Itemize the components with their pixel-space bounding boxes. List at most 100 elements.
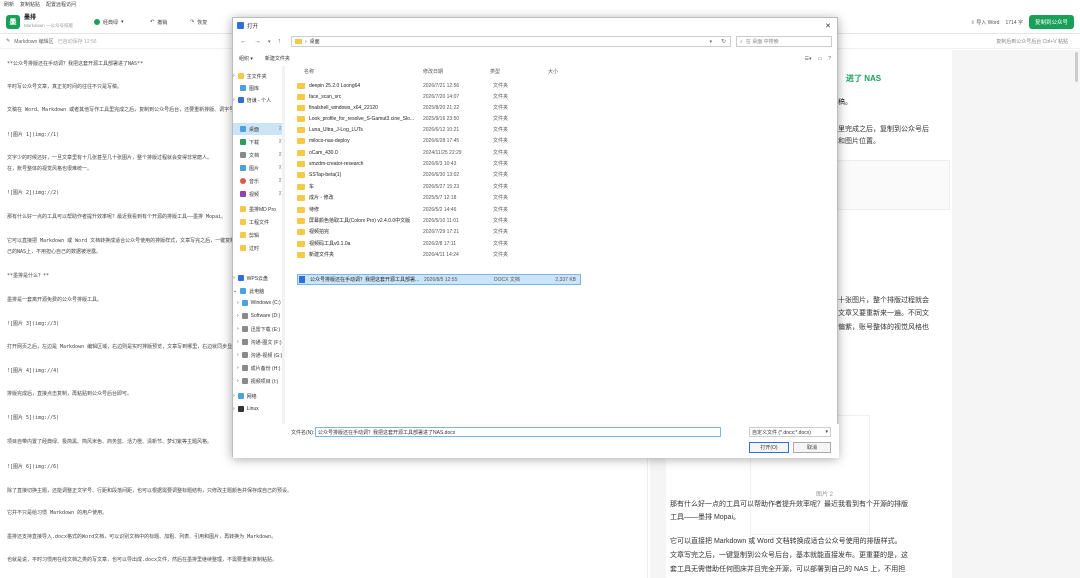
redo-icon: ↷ xyxy=(190,19,195,25)
redo-button[interactable]: ↷ 恢复 xyxy=(190,16,207,28)
file-row[interactable]: 待修 2026/5/2 14:46 文件夹 xyxy=(297,204,581,215)
nav-label: 工程文件 xyxy=(249,219,270,226)
editor-line: ![图片 1](img://1) xyxy=(7,132,60,138)
nav-item-gallery[interactable]: 图库 xyxy=(233,82,285,94)
open-button[interactable]: 打开(O) xyxy=(749,442,789,453)
file-row[interactable]: miloco-nas-deploy 2026/6/28 17:45 文件夹 xyxy=(297,135,581,146)
nav-item-drive[interactable]: › Windows (C:) xyxy=(233,297,285,309)
search-input[interactable]: ⌕ 在 桌面 中搜索 xyxy=(736,36,832,47)
copy-to-wechat-button[interactable]: 复制到公众号 xyxy=(1028,15,1074,29)
nav-item-folder[interactable]: 工程文件 xyxy=(233,216,285,228)
nav-item-home[interactable]: › 主文件夹 xyxy=(233,70,285,82)
file-row[interactable]: SSTap-beta(1) 2026/6/30 13:02 文件夹 xyxy=(297,169,581,180)
refresh-icon[interactable]: ↻ xyxy=(721,38,726,45)
file-row[interactable]: Look_profile_for_resolve_S-Gamut3.cine_S… xyxy=(297,113,581,124)
nav-item-videos[interactable]: 视频 ⊼ xyxy=(233,188,285,200)
file-row[interactable]: deepin 25.2.0 Loong64 2026/7/21 12:56 文件夹 xyxy=(297,80,581,91)
menu-remote-access[interactable]: 配置远程访问 xyxy=(46,1,76,8)
computer-icon xyxy=(240,288,247,294)
filetype-select[interactable]: 自定义文件 (*.docx;*.docx) ▾ xyxy=(749,427,831,437)
drive-icon xyxy=(241,352,248,358)
menu-copy-paste[interactable]: 复制粘贴 xyxy=(20,1,40,8)
chevron-down-icon[interactable]: ▾ xyxy=(709,39,712,45)
column-header-date[interactable]: 修改日期 xyxy=(423,66,443,76)
file-row[interactable]: face_scan_src 2026/7/20 14:07 文件夹 xyxy=(297,91,581,102)
folder-icon xyxy=(297,160,305,167)
menu-refresh[interactable]: 刷新 xyxy=(4,1,14,8)
file-row[interactable]: Luna_Ultra_J-Log_LUTs 2026/6/12 10:21 文件夹 xyxy=(297,124,581,135)
editor-line: ![图片 5](img://5) xyxy=(7,415,60,421)
nav-item-network[interactable]: › 网络 xyxy=(233,390,285,402)
column-header-size[interactable]: 大小 xyxy=(548,66,558,76)
nav-item-downloads[interactable]: 下载 ⊼ xyxy=(233,136,285,148)
preview-text: 文章写完之后，一键复制到公众号后台，基本就能直接发布。更重要的是，这 xyxy=(670,552,908,559)
home-icon xyxy=(237,73,244,79)
file-row[interactable]: 视频拍完 2026/7/29 17:21 文件夹 xyxy=(297,226,581,237)
preview-pane-icon[interactable]: ▭ xyxy=(817,56,822,62)
nav-label: 主文件夹 xyxy=(246,73,267,80)
column-header-type[interactable]: 类型 xyxy=(490,66,500,76)
nav-item-wps-cloud[interactable]: › WPS云盘 xyxy=(233,272,285,284)
nav-item-folder[interactable]: 墨排MD Pro xyxy=(233,203,285,215)
editor-line: 在，账号整体的视觉风格也很难统一。 xyxy=(7,166,93,172)
up-arrow-icon[interactable]: ↑ xyxy=(278,38,282,45)
back-arrow-icon[interactable]: ← xyxy=(240,38,247,45)
forward-arrow-icon[interactable]: → xyxy=(254,38,261,45)
file-row[interactable]: 屏幕颜色拾取工具(Colorx Pro) v2.4.0.0中文版 2026/5/1… xyxy=(297,215,581,226)
column-header-name[interactable]: 名称 xyxy=(304,66,314,76)
nav-label: 视频 xyxy=(249,191,260,198)
chevron-down-icon[interactable]: ▾ xyxy=(268,39,271,45)
nav-item-documents[interactable]: 文档 ⊼ xyxy=(233,149,285,161)
view-options-icon[interactable]: ☰▾ xyxy=(804,56,811,62)
file-row-selected[interactable]: 公众号排版还在手动调？我把这套开源工具部署... 2026/8/5 12:55 DO… xyxy=(297,274,581,285)
file-row[interactable]: oCam_430.0 2024/11/25 22:29 文件夹 xyxy=(297,147,581,158)
nav-item-onedrive[interactable]: › 倍谦 - 个人 xyxy=(233,94,285,106)
nav-item-drive[interactable]: › 成片备份 (H:) xyxy=(233,362,285,374)
editor-line: ![图片 2](img://2) xyxy=(7,190,60,196)
organize-button[interactable]: 组织 ▾ xyxy=(239,55,253,62)
nav-item-drive[interactable]: › 沟通-图文 (F:) xyxy=(233,336,285,348)
import-word-button[interactable]: ⇪ 导入 Word xyxy=(971,19,1000,26)
editor-line: 墨排还支持直接导入.docx格式的Word文档，可以识别文档中的标题、加粗、列表… xyxy=(7,534,277,540)
nav-item-pictures[interactable]: 图片 ⊼ xyxy=(233,162,285,174)
nav-item-drive[interactable]: › 迅雷下载 (E:) xyxy=(233,323,285,335)
close-icon[interactable]: ✕ xyxy=(825,22,831,30)
picture-icon xyxy=(240,165,246,171)
undo-icon: ↶ xyxy=(150,19,155,25)
desktop-icon xyxy=(240,126,246,132)
gallery-icon xyxy=(240,85,246,91)
nav-scrollbar[interactable] xyxy=(282,66,285,428)
new-folder-button[interactable]: 新建文件夹 xyxy=(265,55,290,62)
folder-icon xyxy=(297,228,305,235)
chevron-right-icon: › xyxy=(233,406,235,412)
nav-item-desktop[interactable]: 桌面 ⊼ xyxy=(233,123,285,135)
app-logo: 墨 xyxy=(6,14,20,29)
editor-label: Markdown 编辑区 xyxy=(14,39,54,45)
undo-button[interactable]: ↶ 撤销 xyxy=(150,16,167,28)
file-row[interactable]: 新建文件夹 2026/4/11 14:24 文件夹 xyxy=(297,249,581,260)
nav-label: 倍谦 - 个人 xyxy=(246,97,272,104)
nav-item-drive[interactable]: › Software (D:) xyxy=(233,310,285,322)
file-row[interactable]: finalshell_windows_x64_22120 2025/8/20 21… xyxy=(297,102,581,113)
address-bar[interactable]: › 桌面 ▾ ↻ xyxy=(291,36,731,47)
nav-item-folder[interactable]: 过时 xyxy=(233,242,285,254)
chevron-down-icon: ▾ xyxy=(825,429,828,435)
theme-select[interactable]: 经典绿 ▾ xyxy=(94,16,124,28)
nav-item-linux[interactable]: › Linux xyxy=(233,403,285,415)
preview-scrollbar[interactable] xyxy=(1075,52,1078,82)
file-row[interactable]: 视频码工具v0.1.0a 2026/2/8 17:11 文件夹 xyxy=(297,238,581,249)
cancel-button[interactable]: 取消 xyxy=(793,442,831,453)
file-row[interactable]: smzdm-creator-research 2026/6/3 10:43 文件夹 xyxy=(297,158,581,169)
file-row[interactable]: 车 2026/5/27 15:23 文件夹 xyxy=(297,181,581,192)
nav-item-folder[interactable]: 剪辑 xyxy=(233,229,285,241)
filename-input[interactable]: 公众号排版还在手动调？我把这套开源工具部署进了NAS.docx xyxy=(315,427,721,437)
drive-icon xyxy=(241,313,248,319)
nav-item-drive[interactable]: › 沟通-视频 (G:) xyxy=(233,349,285,361)
file-list: 名称 修改日期 类型 大小 deepin 25.2.0 Loong64 2026/… xyxy=(290,66,835,428)
nav-item-drive[interactable]: › 视频项目 (I:) xyxy=(233,375,285,387)
nav-item-this-pc[interactable]: ⌄ 此电脑 xyxy=(233,285,285,297)
import-label: 导入 Word xyxy=(976,19,1000,26)
file-row[interactable]: 成片 - 修改 2025/5/7 12:18 文件夹 xyxy=(297,192,581,203)
nav-item-music[interactable]: 音乐 ⊼ xyxy=(233,175,285,187)
help-icon[interactable]: ? xyxy=(828,56,831,62)
